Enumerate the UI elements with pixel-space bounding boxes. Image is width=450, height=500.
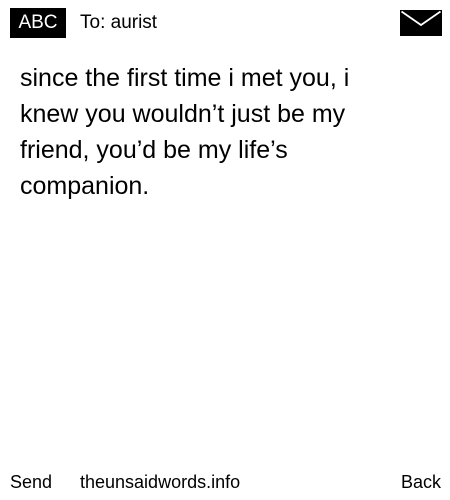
site-credit: theunsaidwords.info [80,472,241,492]
send-softkey[interactable]: Send [10,470,52,494]
envelope-icon [400,10,442,36]
softkey-bar: Send theunsaidwords.info Back [0,470,450,494]
input-mode-badge[interactable]: ABC [10,8,66,38]
message-header: ABC To: aurist [10,8,442,38]
message-body[interactable]: since the first time i met you, i knew y… [20,60,410,204]
back-softkey[interactable]: Back [401,470,441,494]
recipient-field[interactable]: To: aurist [80,8,157,38]
